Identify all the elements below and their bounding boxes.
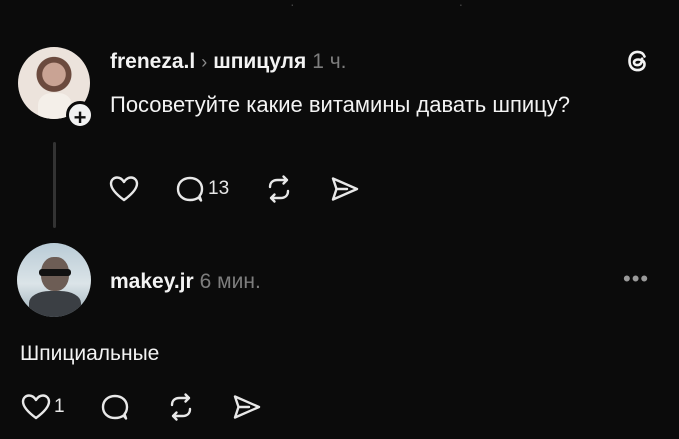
reply-text: Шпициальные	[20, 342, 160, 365]
reply-actions: 1	[20, 392, 297, 422]
chevron-right-icon: ›	[201, 52, 208, 72]
post-time: 1 ч.	[312, 50, 347, 73]
reply-header: makey.jr 6 мин.	[110, 270, 261, 294]
reply-time: 6 мин.	[199, 270, 261, 293]
comment-button[interactable]: 13	[174, 174, 229, 204]
share-icon	[233, 395, 260, 419]
post-username[interactable]: freneza.l	[110, 50, 195, 73]
repost-button[interactable]	[165, 392, 197, 422]
repost-button[interactable]	[263, 174, 295, 204]
top-divider-dots: · ·	[290, 0, 544, 12]
post-actions: 13	[108, 174, 395, 204]
thread-connector-line	[53, 142, 56, 228]
likes-count: 1	[54, 396, 65, 417]
share-button[interactable]	[231, 392, 263, 422]
comment-icon	[176, 176, 204, 202]
heart-icon	[109, 176, 139, 202]
post-text: Посоветуйте какие витамины давать шпицу?	[110, 92, 571, 117]
threads-logo-icon[interactable]	[623, 46, 653, 76]
avatar[interactable]	[17, 243, 91, 317]
repost-icon	[170, 393, 191, 421]
post-community[interactable]: шпицуля	[213, 50, 306, 73]
more-icon[interactable]: •••	[623, 266, 649, 292]
comment-icon	[101, 394, 128, 420]
heart-icon	[21, 394, 51, 420]
follow-plus-button[interactable]: +	[66, 101, 94, 130]
share-icon	[331, 177, 359, 201]
replies-count: 13	[208, 178, 230, 199]
post-header: freneza.l › шпицуля 1 ч.	[110, 50, 347, 74]
comment-button[interactable]	[99, 392, 131, 422]
like-button[interactable]	[108, 174, 140, 204]
share-button[interactable]	[329, 174, 361, 204]
like-button[interactable]: 1	[20, 392, 65, 422]
repost-icon	[268, 175, 290, 203]
reply-username[interactable]: makey.jr	[110, 270, 194, 293]
